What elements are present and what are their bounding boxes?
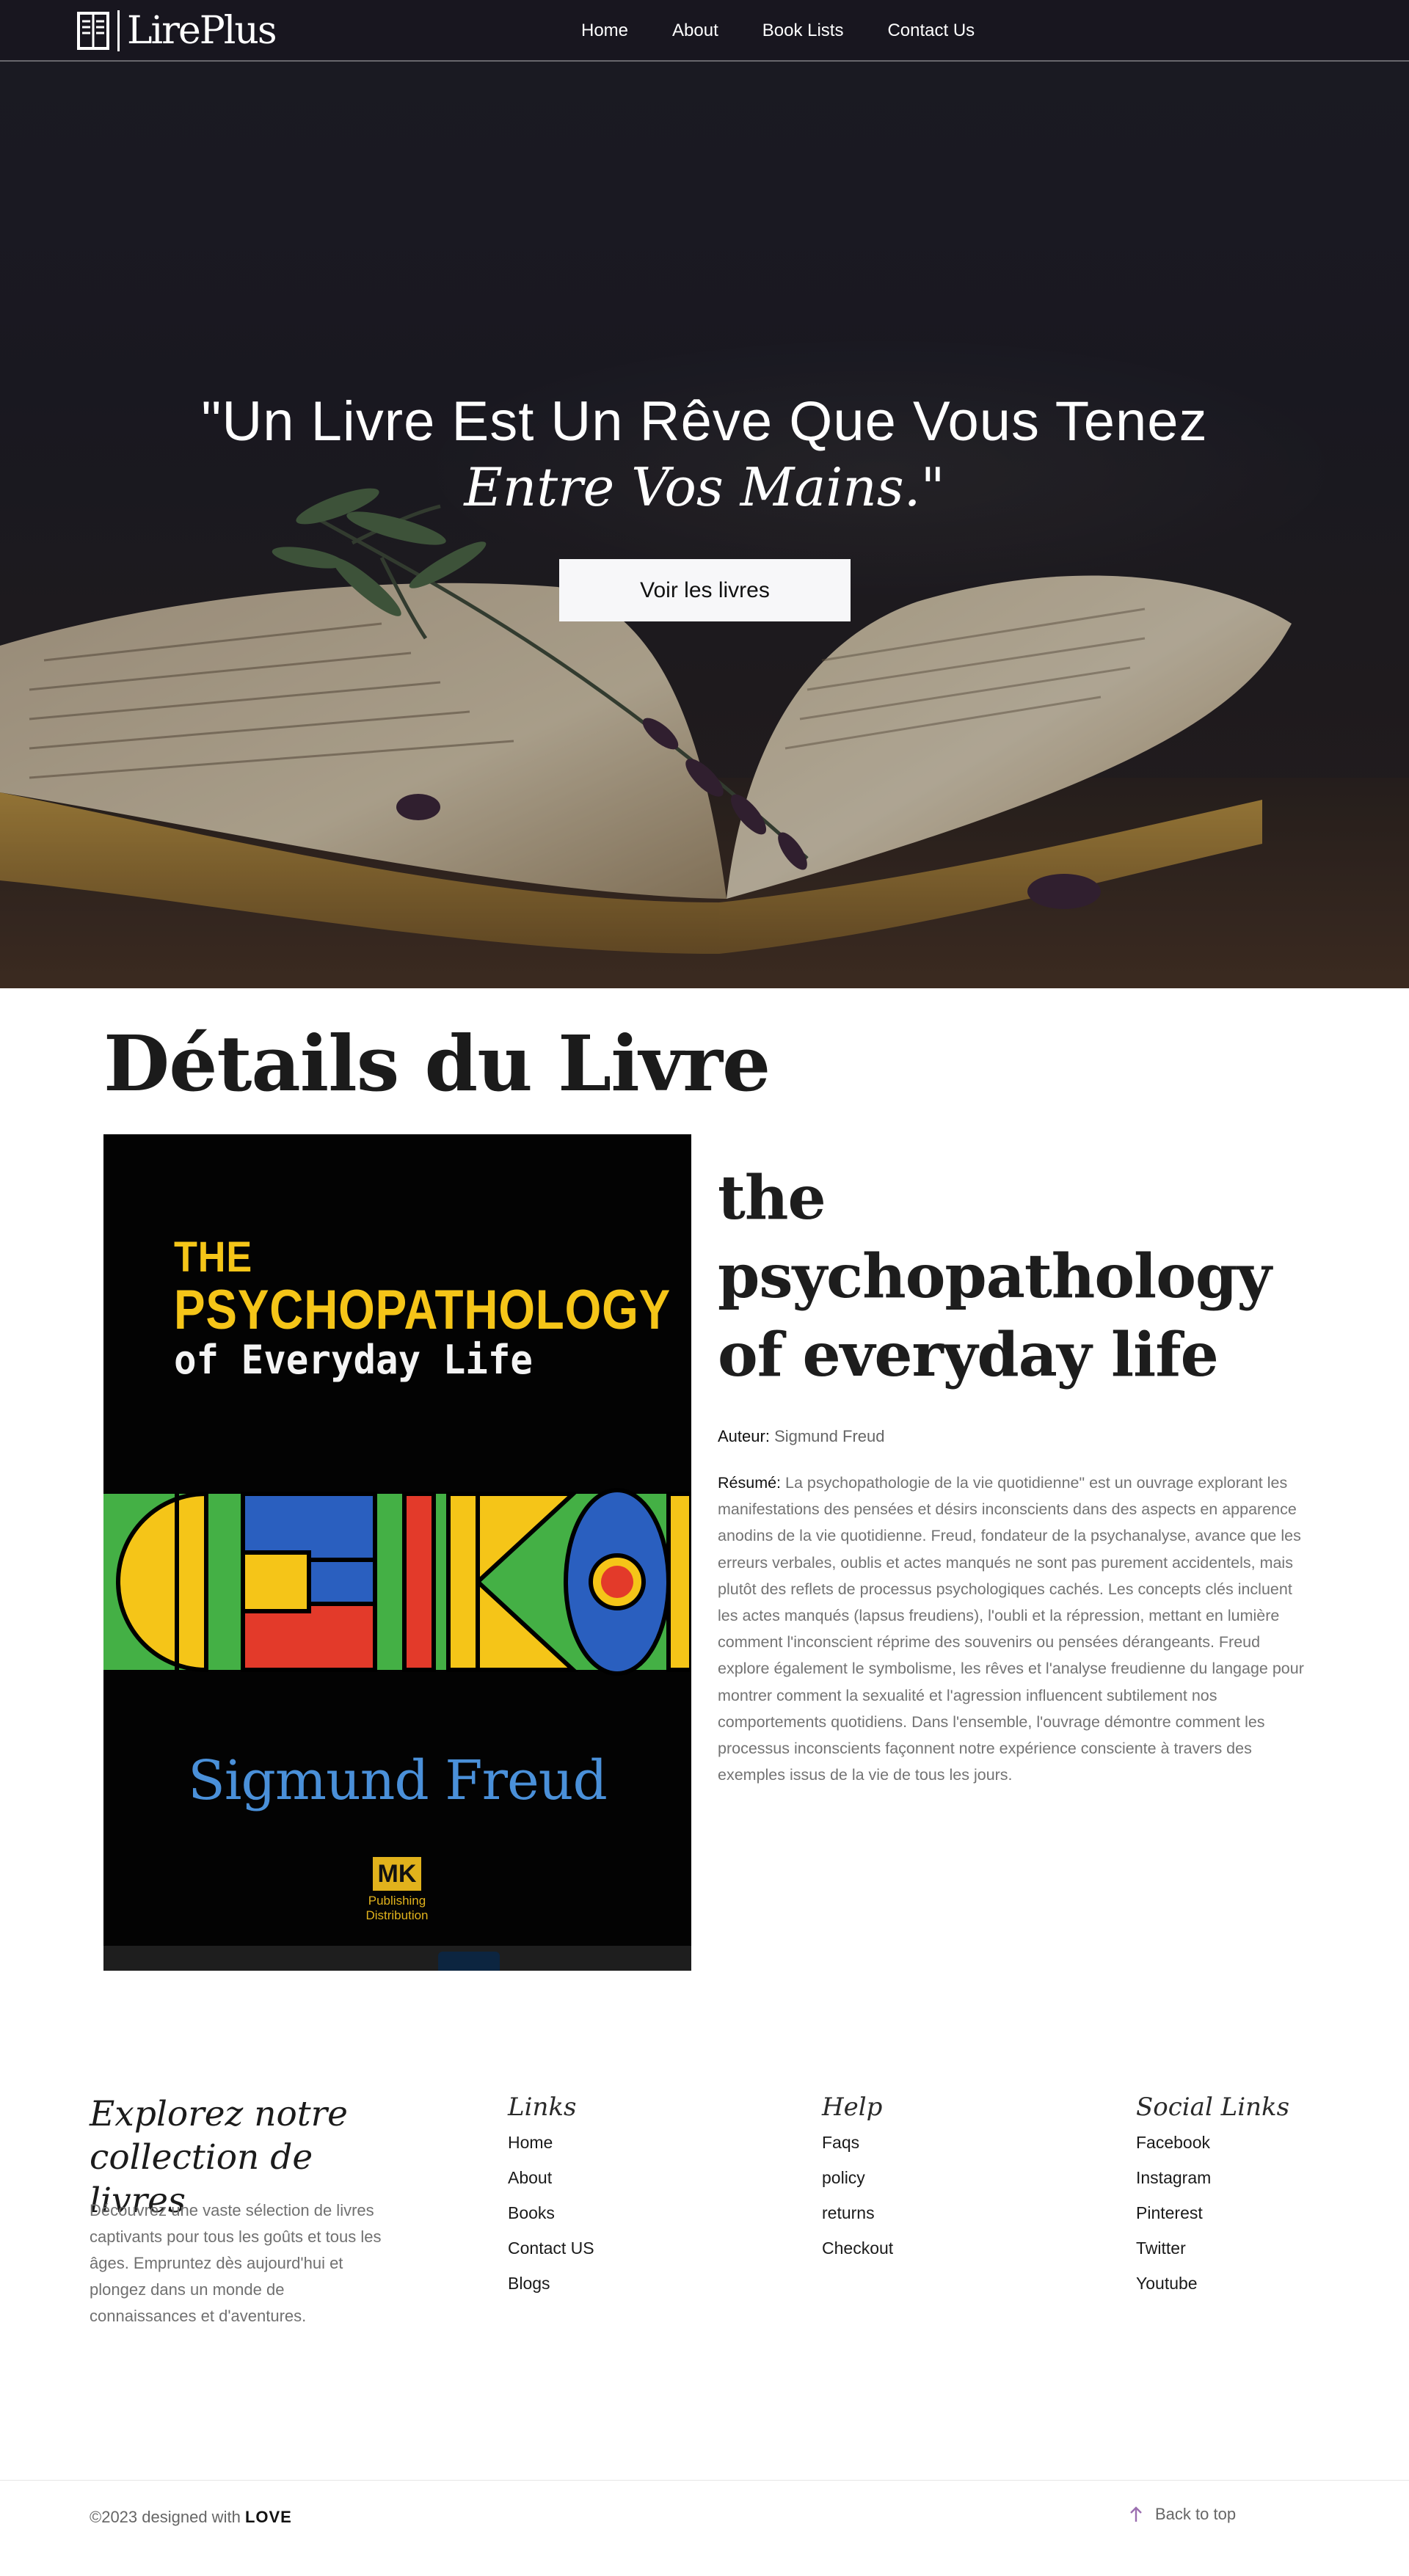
cover-bottom-tab	[438, 1952, 500, 1971]
footer-description: Découvrez une vaste sélection de livres …	[90, 2201, 382, 2325]
back-to-top-link[interactable]: Back to top	[1129, 2505, 1236, 2524]
hero-quote: "Un Livre Est Un Rêve Que Vous Tenez Ent…	[0, 385, 1409, 520]
book-author: Auteur: Sigmund Freud	[718, 1427, 884, 1446]
footer-social-column: Social Links Facebook Instagram Pinteres…	[1136, 2091, 1289, 2301]
footer-link-youtube[interactable]: Youtube	[1136, 2266, 1289, 2301]
nav-link-home[interactable]: Home	[581, 21, 628, 41]
view-books-button[interactable]: Voir les livres	[559, 559, 851, 621]
publisher-line-1: Publishing	[368, 1894, 426, 1908]
cover-title-main: PSYCHOPATHOLOGY	[174, 1279, 671, 1341]
brand-name: LirePlus	[127, 9, 277, 53]
logo-divider	[117, 10, 120, 51]
footer-link-pinterest[interactable]: Pinterest	[1136, 2195, 1289, 2230]
cover-subtitle: of Everyday Life	[174, 1337, 533, 1383]
footer-link-faqs[interactable]: Faqs	[822, 2125, 893, 2160]
footer-link-blogs[interactable]: Blogs	[508, 2266, 594, 2301]
summary-label: Résumé:	[718, 1474, 782, 1492]
publisher-logo: MK	[373, 1857, 421, 1891]
footer-brand-line-1: Explorez notre	[90, 2094, 348, 2134]
footer-social-title: Social Links	[1136, 2092, 1290, 2122]
author-value: Sigmund Freud	[774, 1427, 885, 1445]
hero-quote-line-1: "Un Livre Est Un Rêve Que Vous Tenez	[201, 390, 1208, 453]
footer-help-column: Help Faqs policy returns Checkout	[822, 2091, 893, 2266]
cover-author: Sigmund Freud	[188, 1749, 608, 1812]
footer-divider	[0, 2480, 1409, 2481]
author-label: Auteur:	[718, 1427, 770, 1445]
arrow-up-icon	[1129, 2505, 1145, 2524]
hero-quote-line-2: Entre Vos Mains."	[464, 456, 945, 518]
copyright: ©2023 designed with LOVE	[90, 2508, 292, 2527]
cover-bottom-bar	[103, 1946, 691, 1971]
nav-link-about[interactable]: About	[672, 21, 718, 41]
cover-publisher: MK Publishing Distribution	[364, 1857, 430, 1923]
navbar: LirePlus Home About Book Lists Contact U…	[0, 0, 1409, 62]
footer-links-column: Links Home About Books Contact US Blogs	[508, 2091, 594, 2301]
footer-help-title: Help	[822, 2092, 883, 2122]
footer-link-returns[interactable]: returns	[822, 2195, 893, 2230]
cover-title-the: THE	[174, 1233, 253, 1281]
brand-logo[interactable]: LirePlus	[76, 7, 277, 54]
book-cover-image: THE PSYCHOPATHOLOGY of Everyday Life Sig…	[103, 1134, 691, 1971]
nav-link-book-lists[interactable]: Book Lists	[762, 21, 844, 41]
footer-link-contact-us[interactable]: Contact US	[508, 2230, 594, 2266]
hero-section: LirePlus Home About Book Lists Contact U…	[0, 0, 1409, 988]
book-summary: Résumé: La psychopathologie de la vie qu…	[718, 1470, 1305, 1788]
footer-link-home[interactable]: Home	[508, 2125, 594, 2160]
book-title: the psychopathology of everyday life	[718, 1163, 1272, 1390]
back-to-top-label: Back to top	[1155, 2505, 1237, 2523]
cover-artwork	[103, 1488, 691, 1676]
details-heading: Détails du Livre	[103, 1018, 771, 1109]
footer-link-policy[interactable]: policy	[822, 2160, 893, 2195]
copyright-brand: LOVE	[244, 2508, 292, 2526]
footer-link-about[interactable]: About	[508, 2160, 594, 2195]
open-book-icon	[76, 9, 110, 53]
footer-links-title: Links	[508, 2092, 577, 2122]
footer-link-books[interactable]: Books	[508, 2195, 594, 2230]
footer-link-checkout[interactable]: Checkout	[822, 2230, 893, 2266]
footer-link-instagram[interactable]: Instagram	[1136, 2160, 1289, 2195]
copyright-text: ©2023 designed with	[90, 2508, 241, 2526]
publisher-line-2: Distribution	[365, 1908, 429, 1922]
nav-links: Home About Book Lists Contact Us	[558, 0, 1019, 62]
nav-link-contact-us[interactable]: Contact Us	[887, 21, 975, 41]
footer-link-twitter[interactable]: Twitter	[1136, 2230, 1289, 2266]
footer-link-facebook[interactable]: Facebook	[1136, 2125, 1289, 2160]
summary-text: La psychopathologie de la vie quotidienn…	[718, 1474, 1304, 1784]
